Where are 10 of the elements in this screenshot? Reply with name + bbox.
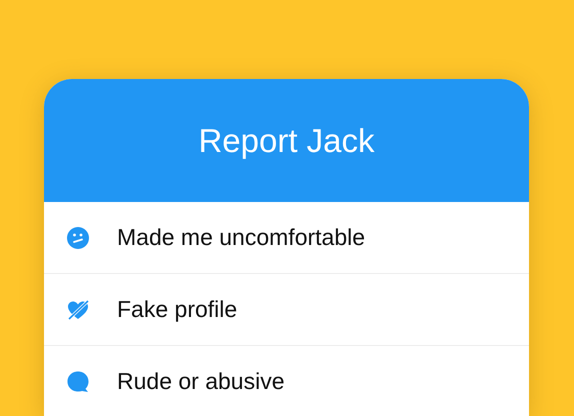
option-label: Fake profile xyxy=(117,296,238,323)
crossed-heart-icon xyxy=(66,298,90,322)
confused-face-icon xyxy=(66,226,90,250)
dialog-title: Report Jack xyxy=(198,122,375,160)
report-option[interactable]: Made me uncomfortable xyxy=(44,202,529,274)
option-label: Rude or abusive xyxy=(117,368,284,395)
option-label: Made me uncomfortable xyxy=(117,224,366,251)
report-option[interactable]: Rude or abusive xyxy=(44,346,529,416)
speech-bubble-icon xyxy=(66,370,90,394)
report-option[interactable]: Fake profile xyxy=(44,274,529,346)
